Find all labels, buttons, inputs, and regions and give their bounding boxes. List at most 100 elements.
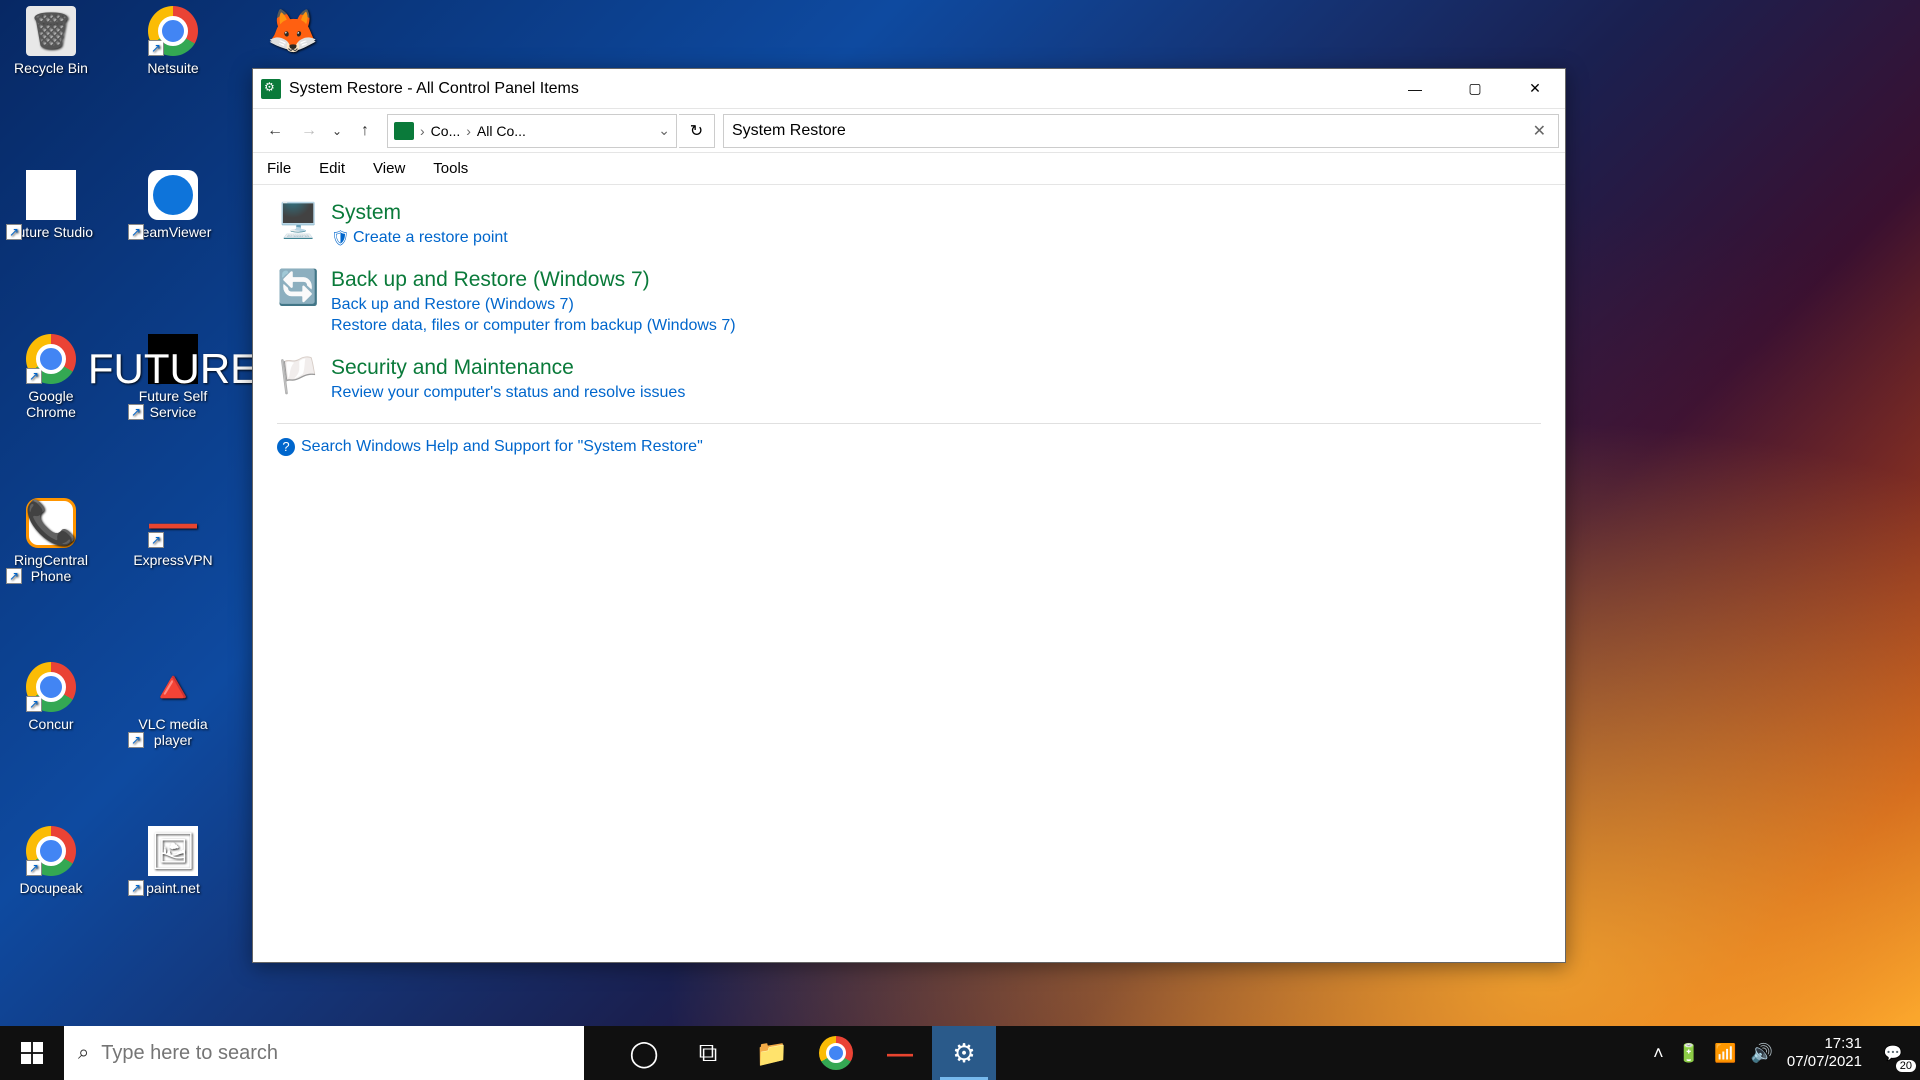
back-button[interactable]: ← [259, 115, 291, 147]
desktop-icon-google-chrome[interactable]: Google Chrome [6, 334, 96, 420]
vlc-icon [148, 662, 198, 712]
tray-overflow-button[interactable]: ˄ [1653, 1043, 1664, 1064]
bin-icon [26, 6, 76, 56]
result-security: 🏳️ Security and Maintenance Review your … [277, 356, 1541, 405]
shortcut-arrow-icon [6, 568, 22, 584]
taskbar-search[interactable]: ⌕ [64, 1026, 584, 1080]
breadcrumb-segment[interactable]: Co... [431, 123, 461, 139]
system-tray: ˄ 🔋 📶 🔊 17:31 07/07/2021 💬 20 [1653, 1035, 1920, 1071]
volume-icon[interactable]: 🔊 [1751, 1043, 1773, 1064]
shortcut-arrow-icon [128, 224, 144, 240]
desktop-icon-future-self-service[interactable]: FUTURE Future Self Service [128, 334, 218, 420]
address-bar[interactable]: › Co... › All Co... ⌄ [387, 114, 677, 148]
action-center-button[interactable]: 💬 20 [1876, 1036, 1910, 1070]
refresh-button[interactable]: ↻ [679, 114, 715, 148]
clear-search-button[interactable]: ✕ [1529, 121, 1550, 141]
chrome-icon [148, 6, 198, 56]
desktop-icon-netsuite[interactable]: Netsuite [128, 6, 218, 76]
paintnet-icon [148, 826, 198, 876]
up-button[interactable]: ↑ [349, 115, 381, 147]
result-system: 🖥️ System Create a restore point [277, 201, 1541, 250]
cortana-button[interactable]: ◯ [612, 1026, 676, 1080]
menu-bar: File Edit View Tools [253, 153, 1565, 185]
control-panel-icon [394, 122, 414, 140]
shortcut-arrow-icon [128, 404, 144, 420]
wifi-icon[interactable]: 📶 [1714, 1043, 1736, 1064]
help-search-link[interactable]: ? Search Windows Help and Support for "S… [277, 438, 1541, 456]
shortcut-arrow-icon [148, 40, 164, 56]
chrome-icon [26, 826, 76, 876]
results-pane: 🖥️ System Create a restore point 🔄 Back … [253, 185, 1565, 962]
clock[interactable]: 17:31 07/07/2021 [1787, 1035, 1862, 1071]
time-label: 17:31 [1787, 1035, 1862, 1053]
taskbar-search-input[interactable] [101, 1042, 570, 1065]
start-button[interactable] [0, 1026, 64, 1080]
link-review-status[interactable]: Review your computer's status and resolv… [331, 384, 685, 402]
desktop-icon-label: Docupeak [6, 880, 96, 896]
desktop-icon-firefox[interactable] [248, 6, 338, 60]
desktop-icon-docupeak[interactable]: Docupeak [6, 826, 96, 896]
shortcut-arrow-icon [26, 696, 42, 712]
shield-icon [331, 229, 349, 247]
future-icon: FUTURE [148, 334, 198, 384]
desktop-icon-concur[interactable]: Concur [6, 662, 96, 732]
titlebar[interactable]: System Restore - All Control Panel Items… [253, 69, 1565, 109]
windows-icon [21, 1042, 43, 1064]
battery-icon[interactable]: 🔋 [1678, 1043, 1700, 1064]
task-view-button[interactable]: ⧉ [676, 1026, 740, 1080]
link-create-restore-point[interactable]: Create a restore point [331, 229, 508, 247]
search-icon: ⌕ [78, 1042, 89, 1065]
desktop-icon-expressvpn[interactable]: ExpressVPN [128, 498, 218, 568]
desktop-icon-recycle-bin[interactable]: Recycle Bin [6, 6, 96, 76]
forward-button[interactable]: → [293, 115, 325, 147]
taskbar-expressvpn[interactable]: — [868, 1026, 932, 1080]
desktop-icon-paintnet[interactable]: paint.net [128, 826, 218, 896]
system-icon: 🖥️ [277, 201, 319, 243]
chrome-icon [26, 662, 76, 712]
menu-edit[interactable]: Edit [313, 156, 351, 181]
result-title-system[interactable]: System [331, 201, 508, 225]
taskbar-chrome[interactable] [804, 1026, 868, 1080]
desktop-icon-label: Google Chrome [6, 388, 96, 420]
link-backup-restore[interactable]: Back up and Restore (Windows 7) [331, 296, 736, 314]
control-panel-icon [261, 79, 281, 99]
taskbar-control-panel[interactable]: ⚙ [932, 1026, 996, 1080]
notification-count: 20 [1896, 1060, 1916, 1072]
backup-icon: 🔄 [277, 268, 319, 310]
shortcut-arrow-icon [26, 368, 42, 384]
nav-toolbar: ← → ⌄ ↑ › Co... › All Co... ⌄ ↻ ✕ [253, 109, 1565, 153]
future-studio-icon [26, 170, 76, 220]
desktop-icon-label: Concur [6, 716, 96, 732]
taskbar-file-explorer[interactable]: 📁 [740, 1026, 804, 1080]
chrome-icon [26, 334, 76, 384]
minimize-button[interactable]: — [1385, 69, 1445, 109]
desktop-icon-ringcentral[interactable]: RingCentral Phone [6, 498, 96, 584]
menu-tools[interactable]: Tools [427, 156, 474, 181]
desktop-icon-teamviewer[interactable]: TeamViewer [128, 170, 218, 240]
control-panel-window: System Restore - All Control Panel Items… [252, 68, 1566, 963]
search-box[interactable]: ✕ [723, 114, 1559, 148]
link-restore-data[interactable]: Restore data, files or computer from bac… [331, 317, 736, 335]
desktop-icon-label: ExpressVPN [128, 552, 218, 568]
teamviewer-icon [148, 170, 198, 220]
chevron-down-icon[interactable]: ⌄ [658, 122, 670, 139]
desktop-icon-future-studio[interactable]: Future Studio [6, 170, 96, 240]
close-button[interactable]: ✕ [1505, 69, 1565, 109]
search-input[interactable] [732, 122, 1529, 140]
taskbar: ⌕ ◯ ⧉ 📁 — ⚙ ˄ 🔋 📶 🔊 17:31 07/07/2021 💬 2… [0, 1026, 1920, 1080]
desktop-icon-label: Netsuite [128, 60, 218, 76]
breadcrumb-segment[interactable]: All Co... [477, 123, 526, 139]
chevron-right-icon: › [466, 123, 471, 139]
maximize-button[interactable]: ▢ [1445, 69, 1505, 109]
recent-dropdown[interactable]: ⌄ [327, 115, 347, 147]
result-title-security[interactable]: Security and Maintenance [331, 356, 685, 380]
result-title-backup[interactable]: Back up and Restore (Windows 7) [331, 268, 736, 292]
menu-view[interactable]: View [367, 156, 411, 181]
help-icon: ? [277, 438, 295, 456]
separator [277, 423, 1541, 424]
date-label: 07/07/2021 [1787, 1053, 1862, 1071]
ringcentral-icon [26, 498, 76, 548]
menu-file[interactable]: File [261, 156, 297, 181]
expressvpn-icon [148, 498, 198, 548]
desktop-icon-vlc[interactable]: VLC media player [128, 662, 218, 748]
